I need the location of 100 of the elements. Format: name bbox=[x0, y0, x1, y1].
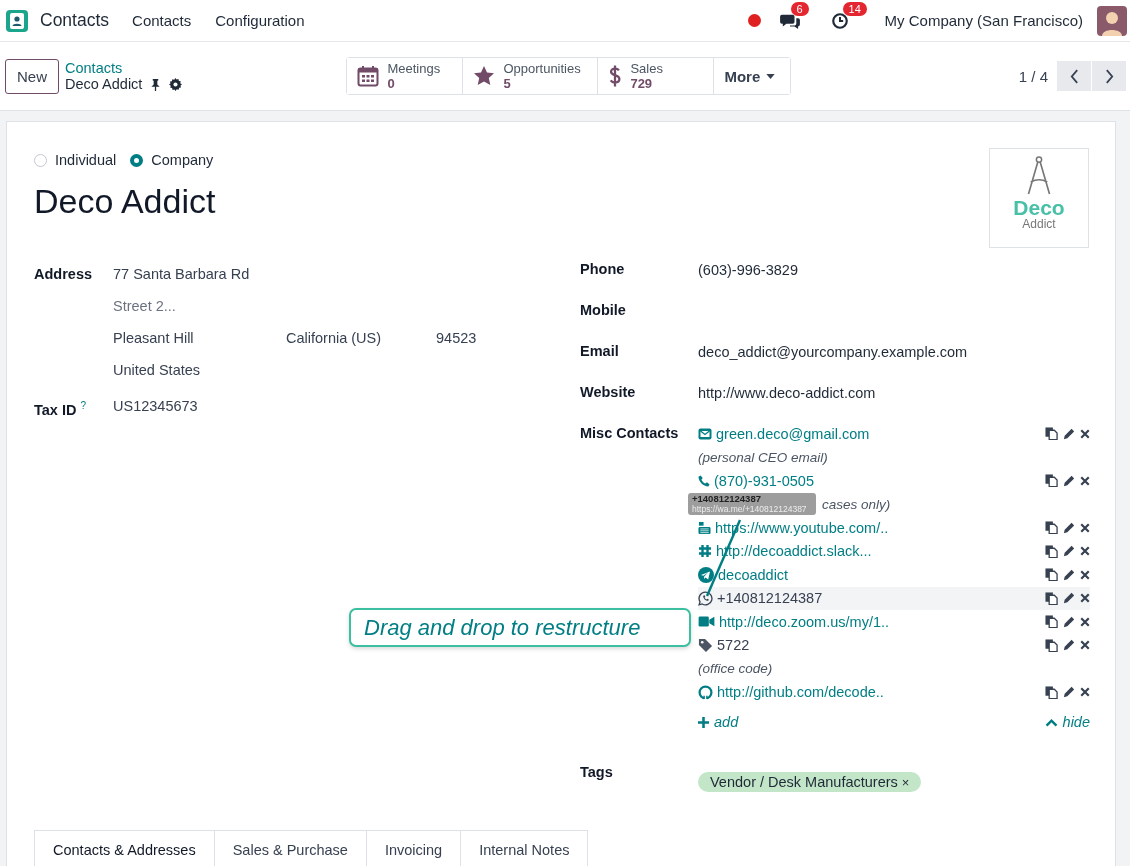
pencil-icon[interactable] bbox=[1063, 615, 1075, 628]
company-name[interactable]: Deco Addict bbox=[34, 182, 216, 221]
pencil-icon[interactable] bbox=[1063, 545, 1075, 558]
chat-bubble-icon bbox=[698, 590, 713, 606]
field-label: Email bbox=[580, 342, 620, 361]
pencil-icon[interactable] bbox=[1063, 568, 1075, 581]
delete-icon[interactable] bbox=[1080, 593, 1090, 604]
contact-link[interactable]: (870)-931-0505 bbox=[714, 472, 814, 489]
clock-icon[interactable] bbox=[830, 11, 849, 30]
smart-button[interactable]: Meetings 0 bbox=[347, 58, 464, 94]
contact-note: (office code) bbox=[698, 660, 773, 678]
pencil-icon[interactable] bbox=[1063, 427, 1075, 440]
next-button[interactable] bbox=[1092, 61, 1126, 91]
settings-icon[interactable] bbox=[169, 77, 183, 91]
hovered-row[interactable]: +140812124387 bbox=[698, 586, 1090, 610]
tab[interactable]: Invoicing bbox=[366, 830, 462, 866]
delete-icon[interactable] bbox=[1080, 428, 1090, 439]
copy-icon[interactable] bbox=[1045, 685, 1058, 699]
remove-tag-button[interactable]: × bbox=[901, 774, 910, 790]
menu-item[interactable]: Contacts bbox=[132, 12, 192, 29]
pencil-icon[interactable] bbox=[1063, 592, 1075, 605]
hash-icon bbox=[698, 544, 712, 559]
company-switcher[interactable]: My Company (San Francisco) bbox=[884, 12, 1083, 29]
radio-option[interactable]: Company bbox=[130, 152, 214, 168]
contact-note: cases only) bbox=[822, 495, 891, 514]
tab[interactable]: Sales & Purchase bbox=[214, 830, 367, 866]
pencil-icon[interactable] bbox=[1063, 521, 1075, 534]
contact-link[interactable]: http://github.com/decode.. bbox=[717, 684, 884, 701]
phone-icon bbox=[698, 474, 710, 487]
avatar[interactable] bbox=[1097, 5, 1127, 36]
company-logo[interactable]: Deco Addict bbox=[989, 148, 1089, 248]
tag-chip[interactable]: Vendor / Desk Manufacturers × bbox=[698, 771, 922, 792]
app-name[interactable]: Contacts bbox=[40, 10, 110, 31]
calendar-icon bbox=[357, 65, 380, 87]
star-icon bbox=[473, 65, 496, 87]
field-label: Tags bbox=[580, 763, 614, 782]
tax-id-field[interactable]: US12345673 bbox=[113, 390, 198, 422]
delete-icon[interactable] bbox=[1080, 475, 1090, 486]
delete-icon[interactable] bbox=[1080, 522, 1090, 533]
contact-link[interactable]: +140812124387 bbox=[717, 590, 823, 607]
copy-icon[interactable] bbox=[1045, 474, 1058, 488]
recording-dot[interactable] bbox=[747, 14, 761, 27]
country-field[interactable]: United States bbox=[113, 354, 477, 386]
plus-icon bbox=[698, 716, 709, 728]
copy-icon[interactable] bbox=[1045, 427, 1058, 441]
field-label: Tax ID $^{?}$ bbox=[34, 399, 88, 420]
add-link[interactable]: add bbox=[698, 714, 739, 730]
new-button[interactable]: New bbox=[5, 58, 59, 94]
pager-value[interactable]: 1 / 4 bbox=[1018, 67, 1048, 85]
contact-note: (personal CEO email) bbox=[698, 448, 828, 467]
street-field[interactable]: 77 Santa Barbara Rd bbox=[113, 258, 477, 290]
delete-icon[interactable] bbox=[1080, 687, 1090, 698]
copy-icon[interactable] bbox=[1045, 615, 1058, 629]
caret-icon bbox=[766, 73, 776, 79]
app-icon[interactable] bbox=[5, 8, 29, 33]
copy-icon[interactable] bbox=[1045, 521, 1058, 535]
zip-field[interactable]: 94523 bbox=[436, 322, 477, 354]
copy-icon[interactable] bbox=[1045, 591, 1058, 605]
city-field[interactable]: Pleasant Hill bbox=[113, 322, 286, 354]
copy-icon[interactable] bbox=[1045, 638, 1058, 652]
pin-icon[interactable] bbox=[150, 77, 162, 91]
field-label: Phone bbox=[580, 260, 626, 279]
copy-icon[interactable] bbox=[1045, 544, 1058, 558]
field-value[interactable]: (603)-996-3829 bbox=[698, 258, 798, 299]
field-value[interactable]: http://www.deco-addict.com bbox=[698, 381, 876, 422]
radio-option[interactable]: Individual bbox=[34, 152, 117, 168]
help-tooltip[interactable]: ? bbox=[80, 400, 87, 411]
notification-badge: 14 bbox=[842, 1, 867, 16]
chevron-left-icon bbox=[1069, 68, 1079, 84]
tag-icon bbox=[698, 637, 713, 653]
street-2-field[interactable]: Street 2... bbox=[113, 290, 313, 322]
copy-icon[interactable] bbox=[1045, 568, 1058, 582]
link-tooltip: +140812124387 https://wa.me/+140812124387 bbox=[688, 493, 816, 516]
play-box-icon bbox=[698, 520, 711, 535]
field-value[interactable]: deco_addict@yourcompany.example.com bbox=[698, 340, 968, 381]
delete-icon[interactable] bbox=[1080, 616, 1090, 627]
menu-item[interactable]: Configuration bbox=[215, 12, 305, 29]
breadcrumb-link[interactable]: Contacts bbox=[65, 60, 183, 76]
delete-icon[interactable] bbox=[1080, 546, 1090, 557]
tab[interactable]: Internal Notes bbox=[461, 830, 589, 866]
delete-icon[interactable] bbox=[1080, 640, 1090, 651]
pencil-icon[interactable] bbox=[1063, 474, 1075, 487]
state-field[interactable]: California (US) bbox=[286, 322, 436, 354]
hide-link[interactable]: hide bbox=[1044, 714, 1090, 730]
contact-link[interactable]: decoaddict bbox=[718, 566, 789, 583]
field-label: Misc Contacts bbox=[580, 424, 680, 443]
contact-link[interactable]: http://deco.zoom.us/my/1.. bbox=[719, 613, 890, 630]
notification-badge: 6 bbox=[790, 1, 809, 16]
pencil-icon[interactable] bbox=[1063, 686, 1075, 699]
envelope-icon bbox=[698, 426, 712, 441]
contact-link[interactable]: green.deco@gmail.com bbox=[716, 425, 870, 442]
field-label: Address bbox=[34, 265, 94, 284]
contact-link[interactable]: 5722 bbox=[717, 637, 750, 654]
previous-button[interactable] bbox=[1057, 61, 1091, 91]
pencil-icon[interactable] bbox=[1063, 639, 1075, 652]
delete-icon[interactable] bbox=[1080, 569, 1090, 580]
tab[interactable]: Contacts & Addresses bbox=[34, 830, 215, 866]
chevron-right-icon bbox=[1104, 68, 1114, 84]
field-label: Mobile bbox=[580, 301, 627, 320]
round-logo-icon bbox=[698, 684, 713, 700]
